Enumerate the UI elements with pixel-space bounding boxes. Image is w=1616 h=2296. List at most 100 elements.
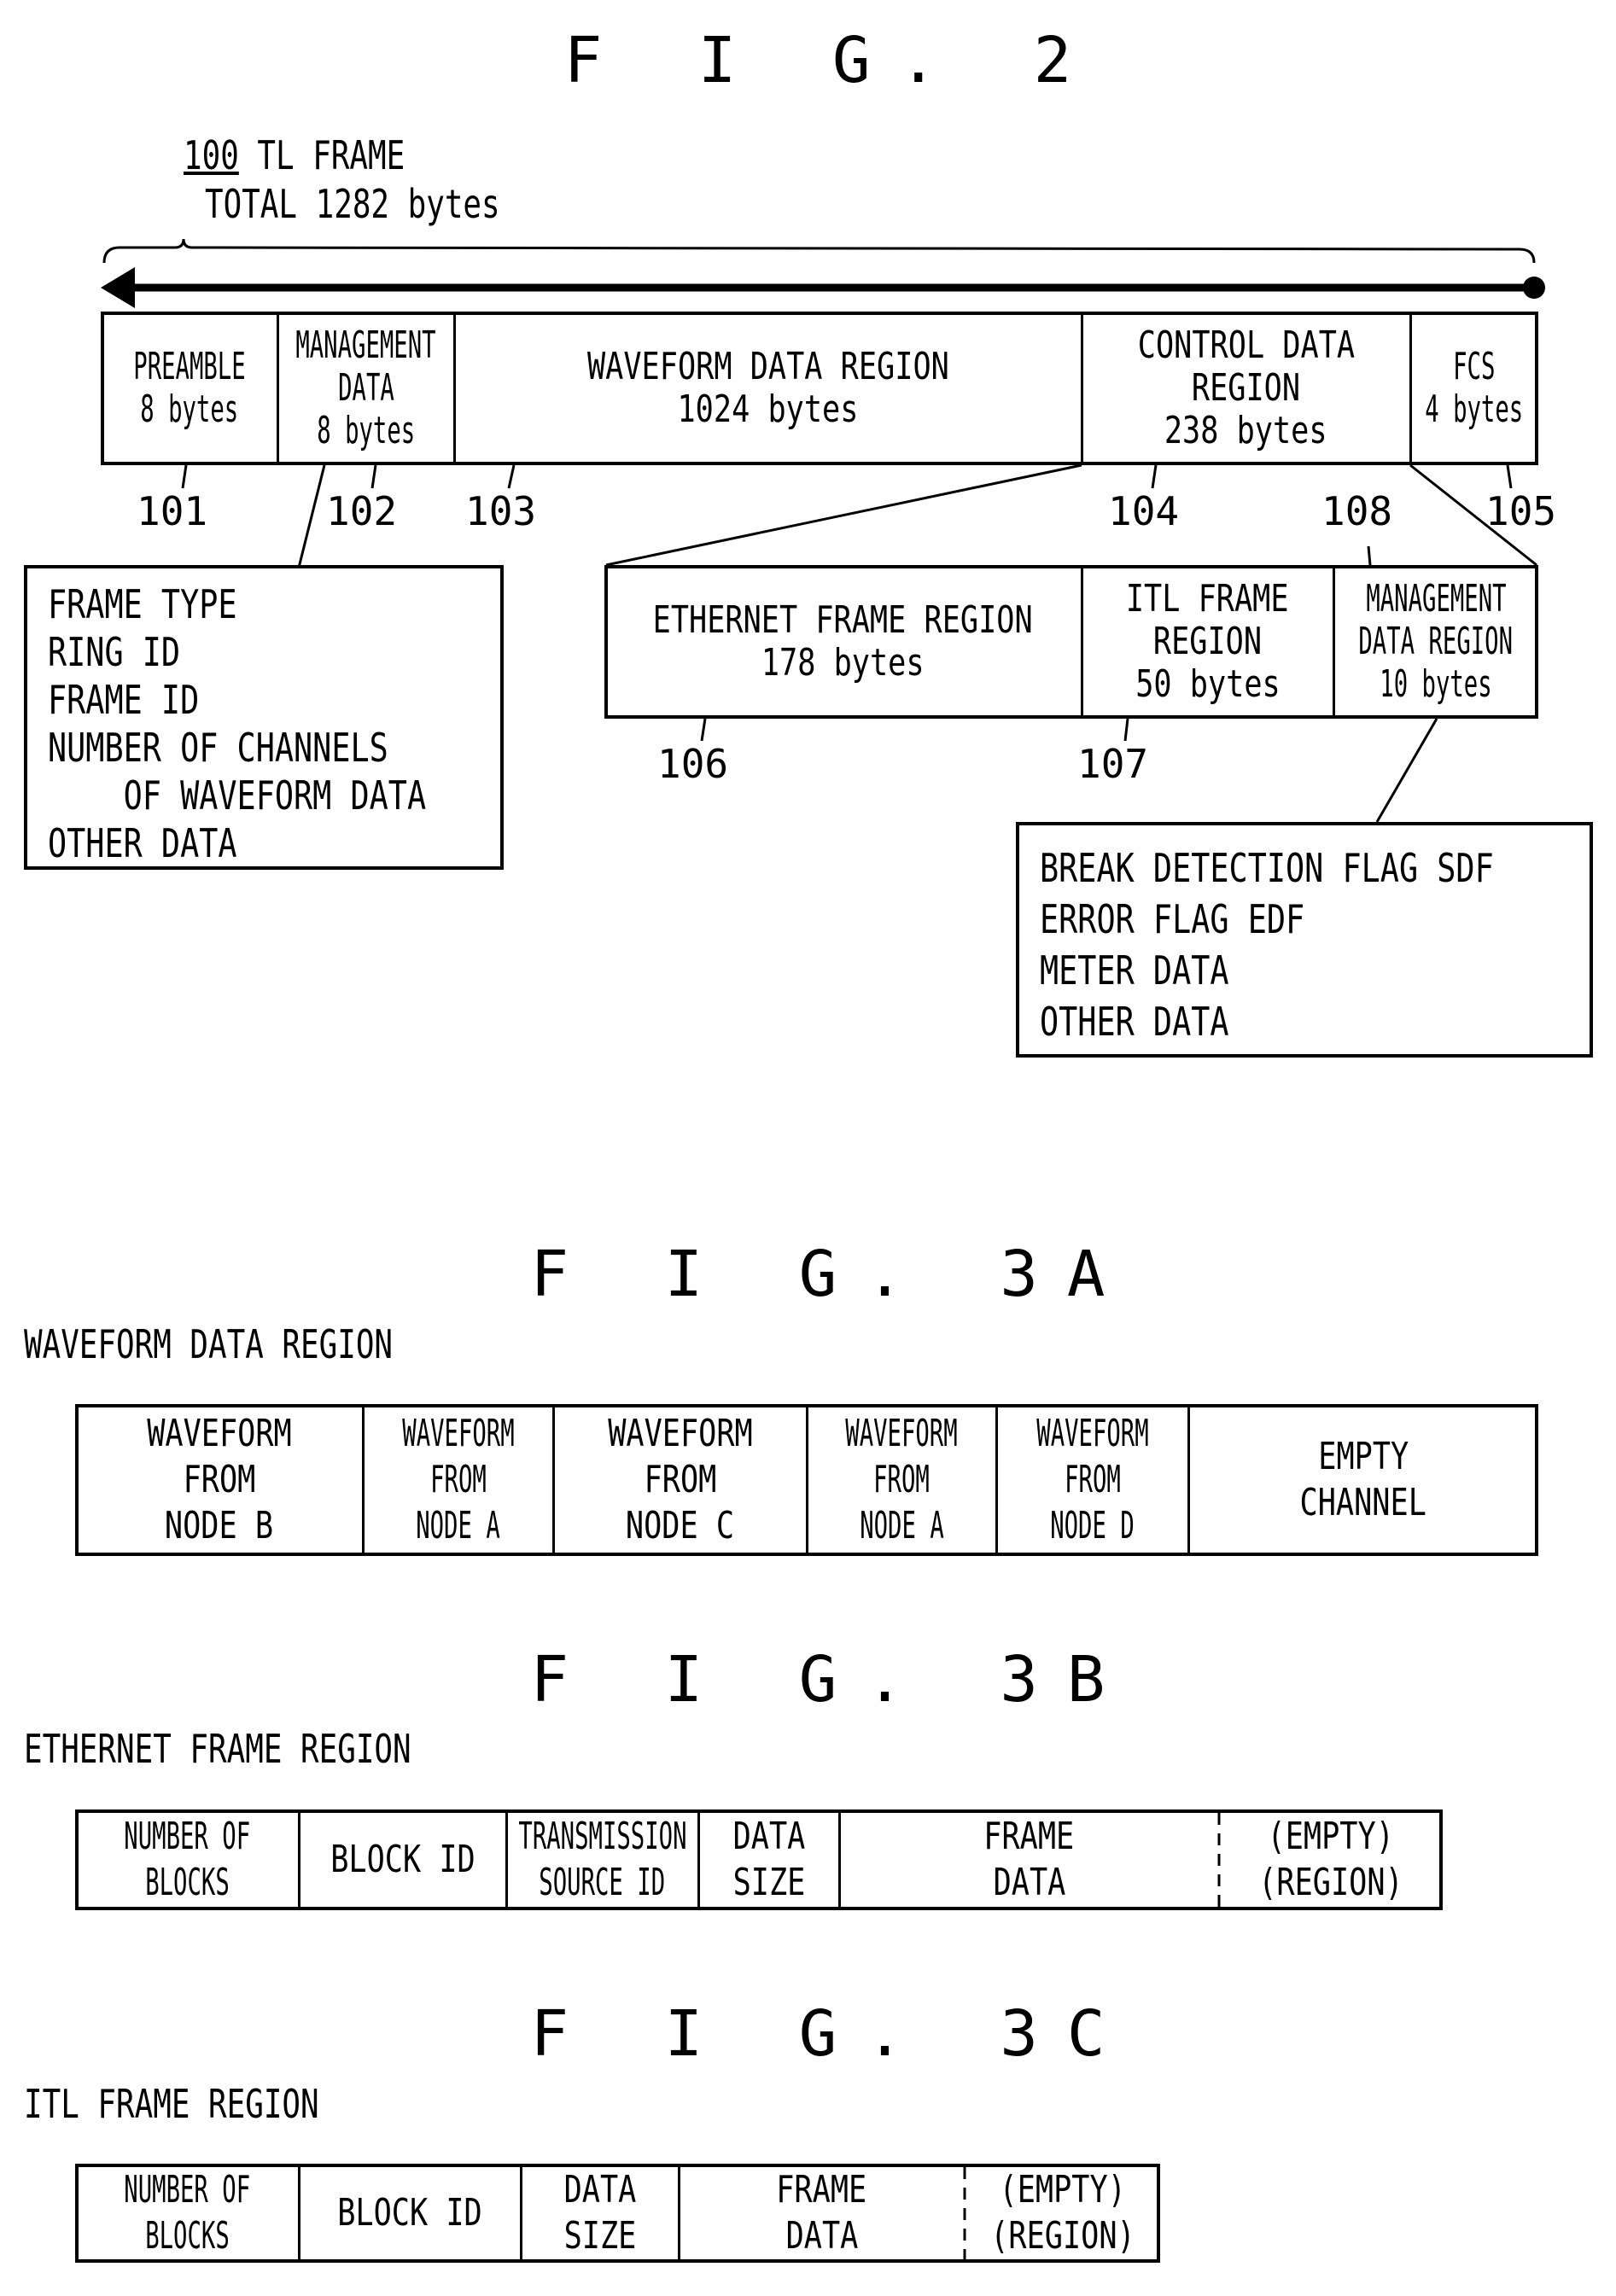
waveform-channel-node-a-2: WAVEFORM FROM NODE A <box>807 1404 996 1556</box>
cell-text-line: EMPTY <box>1318 1435 1409 1478</box>
list-item: OF WAVEFORM DATA <box>48 772 427 819</box>
cell-text-line: DATA <box>563 2168 636 2212</box>
cell-text-line: TRANSMISSION <box>517 1815 687 1858</box>
cell-text-line: FROM <box>873 1458 930 1501</box>
waveform-channel-node-a: WAVEFORM FROM NODE A <box>363 1404 553 1556</box>
cell-text-line: DATA <box>993 1861 1065 1904</box>
cell-text-line: FROM <box>1064 1458 1121 1501</box>
cell-text-line: BLOCK ID <box>330 1838 475 1881</box>
cell-text-line: NODE B <box>164 1504 274 1547</box>
cell-text-line: 50 bytes <box>1135 662 1281 706</box>
block-id: BLOCK ID <box>299 2164 521 2263</box>
list-item: METER DATA <box>1040 947 1229 994</box>
cell-text-line: CHANNEL <box>1299 1481 1427 1524</box>
field-preamble: PREAMBLE 8 bytes <box>101 312 277 465</box>
ref-105: 105 <box>1485 488 1557 534</box>
cell-text-line: 10 bytes <box>1380 662 1492 706</box>
cell-text-line: ETHERNET FRAME REGION <box>652 598 1034 642</box>
fig3c-title: F I G. 3C <box>530 1997 1135 2071</box>
list-item: FRAME TYPE <box>48 581 237 627</box>
cell-text-line: BLOCKS <box>144 2214 230 2258</box>
cell-text-line: WAVEFORM DATA REGION <box>586 345 949 388</box>
ref-108: 108 <box>1321 488 1393 534</box>
ref-103: 103 <box>465 488 537 534</box>
waveform-channel-node-d: WAVEFORM FROM NODE D <box>996 1404 1188 1556</box>
number-of-blocks: NUMBER OF BLOCKS <box>75 1809 299 1910</box>
cell-text-line: DATA <box>337 366 394 410</box>
subregion-itl-frame: ITL FRAME REGION 50 bytes <box>1082 565 1333 719</box>
cell-text-line: WAVEFORM <box>607 1412 753 1455</box>
cell-text-line: BLOCKS <box>144 1861 230 1904</box>
cell-text-line: REGION <box>1152 620 1263 663</box>
cell-text-line: NUMBER OF <box>124 2168 250 2212</box>
subregion-ethernet-frame: ETHERNET FRAME REGION 178 bytes <box>604 565 1082 719</box>
cell-text-line: FROM <box>644 1458 716 1501</box>
block-id: BLOCK ID <box>299 1809 506 1910</box>
cell-text-line: DATA REGION <box>1358 620 1514 663</box>
cell-text-line: NUMBER OF <box>124 1815 250 1858</box>
subregion-management-data: MANAGEMENT DATA REGION 10 bytes <box>1333 565 1538 719</box>
ref-107: 107 <box>1077 741 1149 787</box>
cell-text-line: CONTROL DATA <box>1137 323 1355 367</box>
cell-text-line: FROM <box>429 1458 487 1501</box>
list-item: FRAME ID <box>48 677 200 723</box>
cell-text-line: MANAGEMENT <box>1365 577 1507 621</box>
cell-text-line: MANAGEMENT <box>295 323 436 367</box>
cell-text-line: BLOCK ID <box>337 2191 482 2235</box>
number-of-blocks: NUMBER OF BLOCKS <box>75 2164 299 2263</box>
transmission-source-id: TRANSMISSION SOURCE ID <box>506 1809 698 1910</box>
cell-text-line: SIZE <box>732 1861 805 1904</box>
fig3a-label: WAVEFORM DATA REGION <box>24 1321 394 1367</box>
fig3a-title: F I G. 3A <box>530 1238 1135 1311</box>
cell-text-line: FROM <box>183 1458 255 1501</box>
fig3b-label: ETHERNET FRAME REGION <box>24 1726 411 1772</box>
waveform-channel-node-b: WAVEFORM FROM NODE B <box>75 1404 363 1556</box>
waveform-channel-node-c: WAVEFORM FROM NODE C <box>553 1404 807 1556</box>
cell-text-line: (EMPTY) <box>1267 1815 1395 1858</box>
arrow-head-icon <box>101 267 135 308</box>
cell-text-line: (REGION) <box>989 2214 1135 2258</box>
list-item: RING ID <box>48 629 181 675</box>
field-waveform-data-region: WAVEFORM DATA REGION 1024 bytes <box>454 312 1082 465</box>
cell-text-line: 4 bytes <box>1425 388 1524 431</box>
ref-106: 106 <box>657 741 729 787</box>
data-size: DATA SIZE <box>521 2164 679 2263</box>
cell-text-line: NODE A <box>859 1504 944 1547</box>
field-fcs: FCS 4 bytes <box>1410 312 1538 465</box>
fig3c-label: ITL FRAME REGION <box>24 2081 319 2127</box>
management-data-contents-box: FRAME TYPE RING ID FRAME ID NUMBER OF CH… <box>24 565 504 870</box>
ref-104: 104 <box>1108 488 1180 534</box>
cell-text-line: (REGION) <box>1258 1861 1403 1904</box>
list-item: NUMBER OF CHANNELS <box>48 725 388 771</box>
frame-data: FRAME DATA <box>679 2164 965 2263</box>
cell-text-line: NODE A <box>416 1504 500 1547</box>
ref-102: 102 <box>326 488 398 534</box>
cell-text-line: FCS <box>1453 345 1496 388</box>
empty-region: (EMPTY) (REGION) <box>965 2164 1160 2263</box>
ref-101: 101 <box>137 488 208 534</box>
cell-text-line: WAVEFORM <box>401 1412 515 1455</box>
list-item: OTHER DATA <box>48 820 237 866</box>
management-region-contents-box: BREAK DETECTION FLAG SDF ERROR FLAG EDF … <box>1016 822 1593 1058</box>
empty-region: (EMPTY) (REGION) <box>1219 1809 1443 1910</box>
cell-text-line: 8 bytes <box>317 409 415 452</box>
cell-text-line: ITL FRAME <box>1126 577 1289 621</box>
field-control-data-region: CONTROL DATA REGION 238 bytes <box>1082 312 1410 465</box>
cell-text-line: 1024 bytes <box>677 388 859 431</box>
list-item: OTHER DATA <box>1040 999 1229 1045</box>
cell-text-line: SIZE <box>563 2214 636 2258</box>
cell-text-line: 8 bytes <box>140 388 238 431</box>
data-size: DATA SIZE <box>698 1809 839 1910</box>
cell-text-line: NODE D <box>1050 1504 1135 1547</box>
cell-text-line: SOURCE ID <box>539 1861 666 1904</box>
cell-text-line: FRAME <box>776 2168 867 2212</box>
empty-channel: EMPTY CHANNEL <box>1188 1404 1538 1556</box>
arrow-origin-dot <box>1523 277 1545 299</box>
cell-text-line: PREAMBLE <box>132 345 246 388</box>
cell-text-line: (EMPTY) <box>999 2168 1126 2212</box>
frame-data: FRAME DATA <box>839 1809 1219 1910</box>
frame-brace <box>102 238 1536 264</box>
cell-text-line: NODE C <box>625 1504 735 1547</box>
list-item: BREAK DETECTION FLAG SDF <box>1040 845 1494 891</box>
cell-text-line: REGION <box>1191 366 1301 410</box>
